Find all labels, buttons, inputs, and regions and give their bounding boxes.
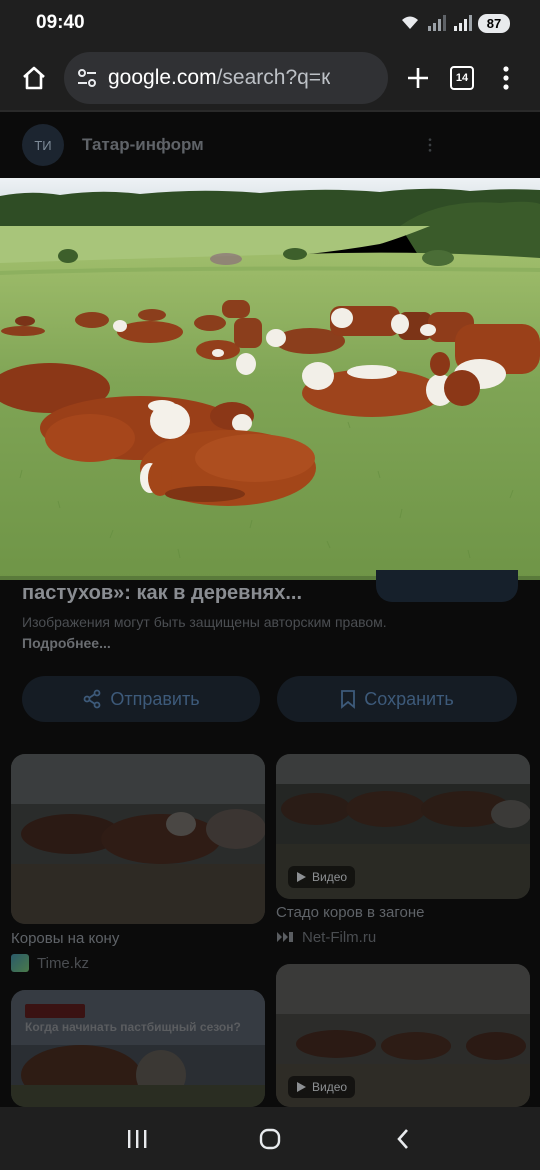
visit-button[interactable] [376,570,518,602]
related-card-1[interactable] [11,754,265,924]
address-bar[interactable]: google.com/search?q=к [64,52,388,104]
home-nav-button[interactable] [246,1115,294,1163]
source-name[interactable]: Татар-информ [82,135,204,155]
net-film-favicon [277,932,293,942]
browser-menu-button[interactable] [484,56,528,100]
home-button[interactable] [12,56,56,100]
share-label: Отправить [110,688,200,709]
more-options-icon[interactable] [428,134,432,156]
overlay-title: Когда начинать пастбищный сезон? [25,1020,241,1034]
wifi-icon [402,16,418,29]
status-bar: 09:40 87 [0,0,540,46]
related-card-2[interactable]: Видео [276,754,530,899]
back-button[interactable] [379,1115,427,1163]
more-vert-icon [503,66,509,90]
image-details: пастухов»: как в деревнях... Изображения… [0,570,540,1107]
related-source-name-2: Net-Film.ru [302,928,377,946]
video-badge: Видео [288,866,356,888]
video-label: Видео [312,870,348,884]
play-icon [297,872,306,882]
back-icon [397,1128,409,1149]
play-icon [297,1082,306,1092]
copyright-text: Изображения могут быть защищены авторски… [22,614,387,630]
home-circle-icon [259,1128,281,1149]
related-caption-2[interactable]: Стадо коров в загоне [276,904,425,921]
copyright-notice: Изображения могут быть защищены авторски… [22,612,392,654]
share-button[interactable]: Отправить [22,676,260,722]
related-caption-1[interactable]: Коровы на кону [11,930,119,947]
source-logo[interactable]: ТИ [22,124,64,166]
new-tab-button[interactable] [396,56,440,100]
browser-toolbar: google.com/search?q=к 14 [0,46,540,110]
status-time: 09:40 [36,12,85,33]
related-card-4[interactable]: Видео [276,964,530,1107]
recents-icon [127,1129,147,1148]
time-kz-favicon [11,954,29,972]
hero-image[interactable] [0,178,540,580]
related-thumbnail [11,754,265,924]
bookmark-icon [341,690,356,709]
overlay-tag [25,1004,86,1018]
source-header: ТИ Татар-информ [0,112,540,178]
home-icon [23,66,45,90]
share-icon [83,689,101,709]
system-nav-bar [0,1107,540,1170]
signal-icon [428,15,446,31]
tab-switcher-button[interactable]: 14 [440,56,484,100]
video-badge: Видео [288,1076,356,1098]
tab-count: 14 [450,66,474,90]
signal-icon-2 [454,15,472,31]
cows-photo [0,178,540,580]
url-text: google.com/search?q=к [108,66,330,90]
url-path: /search?q=к [216,66,331,89]
related-source-2[interactable]: Net-Film.ru [276,928,376,946]
site-settings-icon[interactable] [76,67,98,89]
url-domain: google.com [108,66,217,89]
plus-icon [408,68,428,88]
source-logo-text: ТИ [34,137,52,153]
status-icons: 87 [400,13,510,33]
battery-indicator: 87 [478,13,510,33]
learn-more-link[interactable]: Подробнее... [22,635,111,651]
image-title[interactable]: пастухов»: как в деревнях... [22,582,302,605]
related-source-name-1: Time.kz [37,954,89,972]
related-source-1[interactable]: Time.kz [11,954,89,972]
related-card-3[interactable]: Когда начинать пастбищный сезон? [11,990,265,1107]
save-label: Сохранить [364,688,454,709]
save-button[interactable]: Сохранить [277,676,517,722]
video-label: Видео [312,1080,348,1094]
recents-button[interactable] [113,1115,161,1163]
